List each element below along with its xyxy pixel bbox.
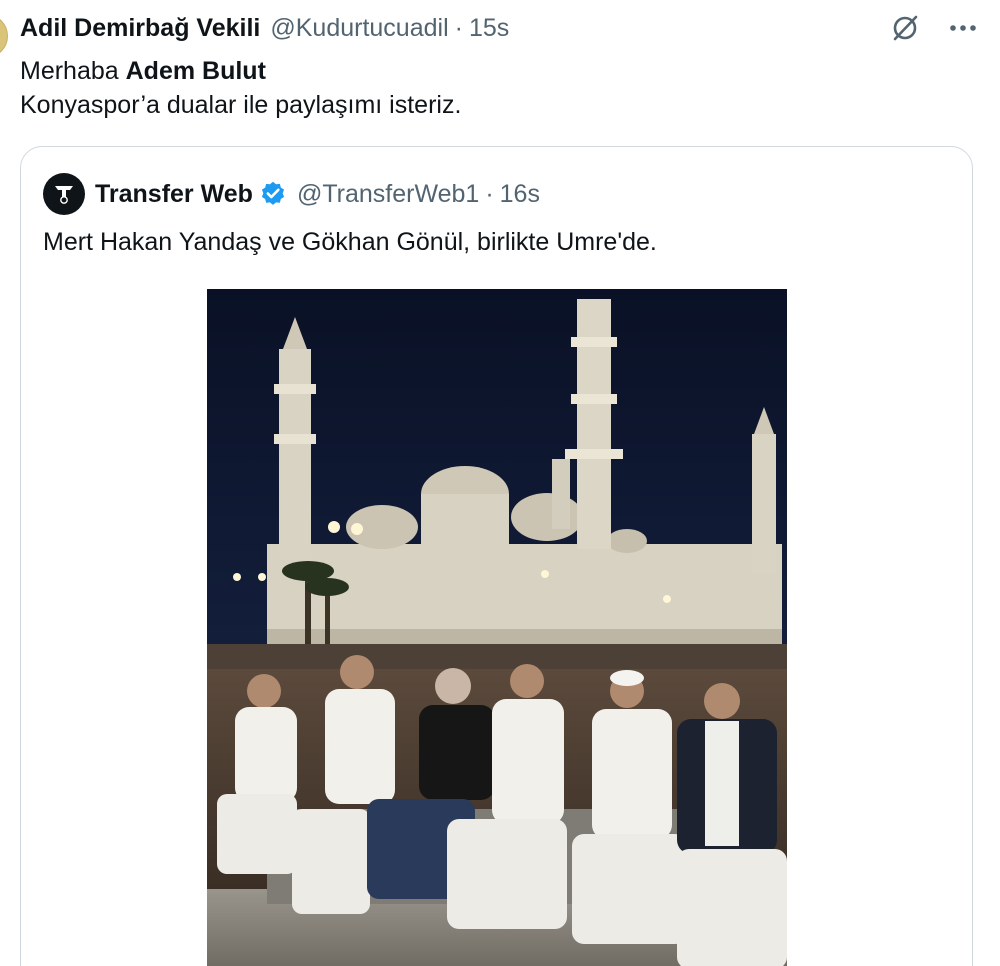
avatar[interactable]	[0, 14, 8, 58]
quote-header: Transfer Web @TransferWeb1 · 16s	[43, 173, 540, 215]
more-icon[interactable]	[950, 24, 976, 32]
tweet-actions	[890, 12, 976, 44]
quote-timestamp[interactable]: 16s	[500, 180, 540, 209]
separator: ·	[454, 13, 463, 42]
tweet-text-greeting: Merhaba	[20, 57, 126, 85]
tweet-text-line-1: Merhaba Adem Bulut	[20, 54, 461, 88]
quote-author-name[interactable]: Transfer Web	[95, 180, 253, 209]
tweet-header: Adil Demirbağ Vekili @Kudurtucuadil · 15…	[20, 12, 509, 44]
quote-author-handle[interactable]: @TransferWeb1	[297, 180, 479, 209]
verified-badge-icon	[259, 180, 287, 208]
quote-separator: ·	[485, 179, 494, 208]
quote-avatar[interactable]	[43, 173, 85, 215]
quote-photo[interactable]	[207, 289, 787, 966]
mention-name: Adem Bulut	[125, 57, 266, 85]
tweet-text-line-2: Konyaspor’a dualar ile paylaşımı isteriz…	[20, 91, 462, 119]
author-handle[interactable]: @Kudurtucuadil	[270, 14, 448, 43]
tweet-view: Adil Demirbağ Vekili @Kudurtucuadil · 15…	[0, 0, 1000, 966]
quoted-tweet[interactable]: Transfer Web @TransferWeb1 · 16s Mert Ha…	[20, 146, 973, 966]
quote-text: Mert Hakan Yandaş ve Gökhan Gönül, birli…	[43, 228, 657, 256]
grok-icon[interactable]	[890, 13, 920, 43]
tweet-timestamp[interactable]: 15s	[469, 14, 509, 43]
tweet-text: Merhaba Adem Bulut Konyaspor’a dualar il…	[20, 54, 461, 122]
author-name[interactable]: Adil Demirbağ Vekili	[20, 14, 260, 43]
